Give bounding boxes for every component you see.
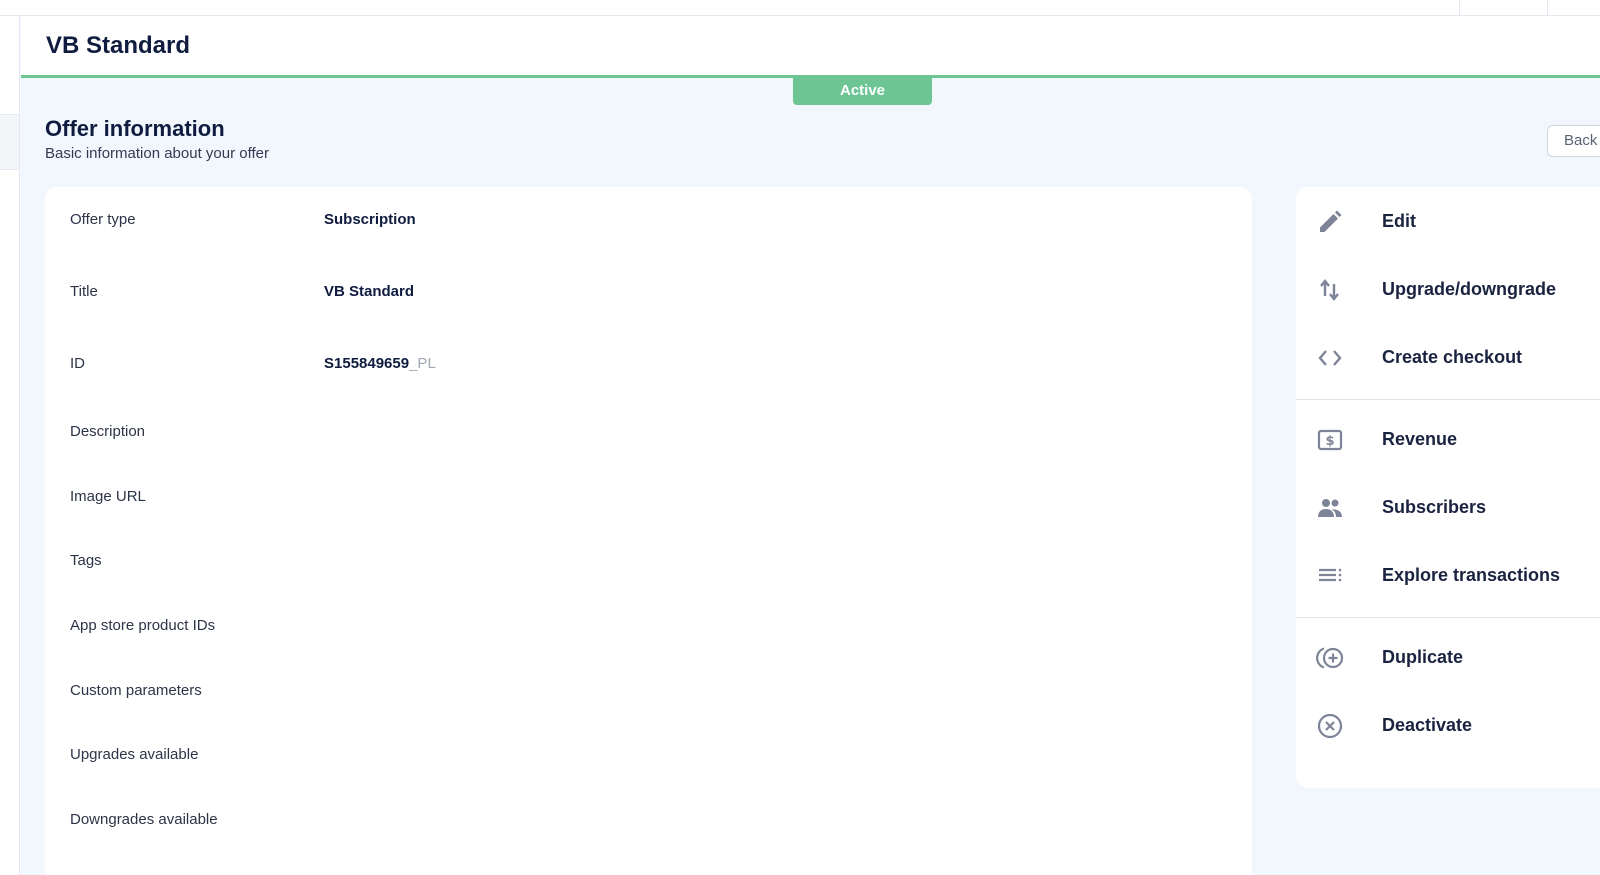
revenue-action[interactable]: $ Revenue xyxy=(1296,411,1600,469)
action-label: Subscribers xyxy=(1382,497,1487,517)
people-icon xyxy=(1316,494,1344,522)
action-label: Deactivate xyxy=(1382,715,1473,735)
info-row-app-store-ids: App store product IDs xyxy=(45,617,1252,641)
action-label: Explore transactions xyxy=(1382,565,1561,585)
info-row-description: Description xyxy=(45,423,1252,447)
offer-id-suffix: _PL xyxy=(409,355,436,372)
info-label: Description xyxy=(70,423,146,440)
info-row-tags: Tags xyxy=(45,552,1252,576)
subscribers-action[interactable]: Subscribers xyxy=(1296,479,1600,537)
offer-info-card: Offer type Subscription Title VB Standar… xyxy=(45,187,1252,875)
action-label: Create checkout xyxy=(1382,347,1523,367)
close-circle-icon xyxy=(1316,712,1344,740)
info-row-upgrades: Upgrades available xyxy=(45,746,1252,770)
svg-text:$: $ xyxy=(1325,434,1334,449)
info-value: S155849659_PL xyxy=(324,355,436,372)
page-title: VB Standard xyxy=(46,32,191,59)
top-app-bar xyxy=(0,0,1600,16)
info-row-offer-type: Offer type Subscription xyxy=(45,211,1252,235)
upgrade-downgrade-action[interactable]: Upgrade/downgrade xyxy=(1296,261,1600,319)
info-label: Title xyxy=(70,283,98,300)
pencil-icon xyxy=(1316,208,1344,236)
create-checkout-action[interactable]: Create checkout xyxy=(1296,329,1600,387)
explore-transactions-action[interactable]: Explore transactions xyxy=(1296,547,1600,605)
edit-action[interactable]: Edit xyxy=(1296,193,1600,251)
info-label: Tags xyxy=(70,552,102,569)
sidebar-selected-item[interactable] xyxy=(0,114,19,170)
info-label: Offer type xyxy=(70,211,136,228)
info-row-image-url: Image URL xyxy=(45,488,1252,512)
arrows-up-down-icon xyxy=(1316,276,1344,304)
info-row-downgrades: Downgrades available xyxy=(45,811,1252,835)
info-label: Downgrades available xyxy=(70,811,218,828)
panel-divider xyxy=(1296,617,1600,618)
info-row-title: Title VB Standard xyxy=(45,283,1252,307)
info-label: Upgrades available xyxy=(70,746,199,763)
offer-id: S155849659 xyxy=(324,355,410,372)
code-icon xyxy=(1316,344,1344,372)
status-badge: Active xyxy=(793,78,932,105)
info-label: ID xyxy=(70,355,85,372)
info-row-id: ID S155849659_PL xyxy=(45,355,1252,379)
page-header: VB Standard xyxy=(21,16,1600,78)
info-label: App store product IDs xyxy=(70,617,216,634)
info-label: Image URL xyxy=(70,488,146,505)
info-value: Subscription xyxy=(324,211,416,228)
action-label: Upgrade/downgrade xyxy=(1382,279,1557,299)
section-subtitle: Basic information about your offer xyxy=(45,145,270,162)
action-label: Revenue xyxy=(1382,429,1458,449)
duplicate-action[interactable]: Duplicate xyxy=(1296,629,1600,687)
list-icon xyxy=(1316,562,1344,590)
topbar-divider xyxy=(1547,0,1548,16)
back-button[interactable]: Back xyxy=(1547,125,1600,157)
info-value: VB Standard xyxy=(324,283,415,300)
action-label: Edit xyxy=(1382,211,1416,231)
deactivate-action[interactable]: Deactivate xyxy=(1296,697,1600,755)
info-row-custom-parameters: Custom parameters xyxy=(45,682,1252,706)
action-label: Duplicate xyxy=(1382,647,1464,667)
dollar-bill-icon: $ xyxy=(1316,426,1344,454)
sidebar xyxy=(0,16,20,875)
actions-panel: Edit Upgrade/downgrade Create checkout $… xyxy=(1296,187,1600,788)
topbar-divider xyxy=(1459,0,1460,16)
panel-divider xyxy=(1296,399,1600,400)
section-title: Offer information xyxy=(45,116,225,141)
duplicate-plus-icon xyxy=(1316,644,1344,672)
info-label: Custom parameters xyxy=(70,682,202,699)
